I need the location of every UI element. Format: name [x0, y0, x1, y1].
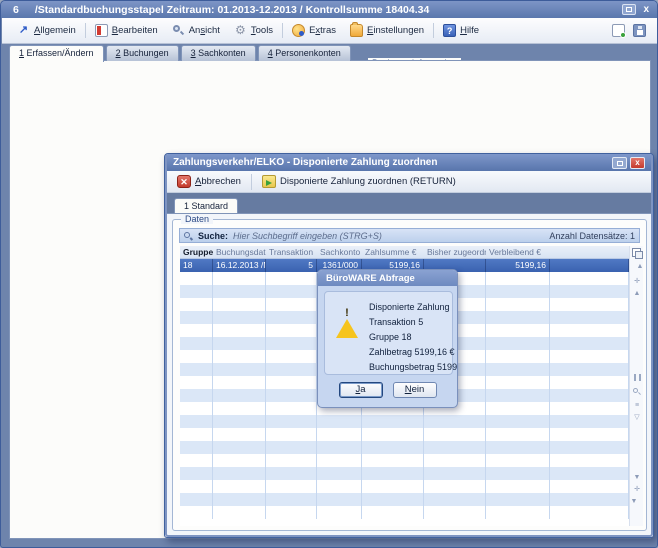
cell-transaktion: 5: [266, 259, 317, 272]
dialog-table-empty-row[interactable]: [180, 493, 629, 506]
main-tabstrip: 1 Erfassen/Ändern 2 Buchungen 3 Sachkont…: [9, 45, 351, 61]
tab-personenkonten[interactable]: 4 Personenkonten: [258, 45, 351, 61]
restore-icon[interactable]: [622, 4, 636, 15]
menu-einstellungen[interactable]: Einstellungen: [343, 21, 431, 40]
dialog-table-empty-row[interactable]: [180, 467, 629, 480]
dialog-table-empty-row[interactable]: [180, 480, 629, 493]
msg-line-3: Gruppe 18: [369, 330, 458, 345]
msg-line-4: Zahlbetrag 5199,16 €: [369, 345, 458, 360]
menu-ansicht[interactable]: Ansicht: [165, 21, 227, 40]
scroll-bottom-icon[interactable]: ▼: [630, 498, 644, 506]
dialog-table-empty-row[interactable]: [180, 454, 629, 467]
copy-icon[interactable]: [632, 248, 641, 257]
cell-gruppe: 18: [180, 259, 213, 272]
ja-button[interactable]: Ja: [339, 382, 383, 398]
folder-icon: [350, 24, 363, 37]
search-input[interactable]: Hier Suchbegriff eingeben (STRG+S): [233, 231, 382, 241]
menubar: ↗ Allgemein Bearbeiten Ansicht ⚙ Tools E…: [2, 18, 658, 44]
menu-bearbeiten[interactable]: Bearbeiten: [88, 21, 165, 40]
msg-line-2: Transaktion 5: [369, 315, 458, 330]
daten-legend: Daten: [181, 214, 213, 224]
dialog-table-empty-row[interactable]: [180, 428, 629, 441]
window-title: /Standardbuchungsstapel Zeitraum: 01.201…: [35, 4, 429, 16]
cell-verbleibend: 5199,16: [486, 259, 550, 272]
magnifier-icon: [172, 24, 185, 37]
abbrechen-button[interactable]: ✕ Abbrechen: [173, 173, 245, 190]
tab-sachkonten[interactable]: 3 Sachkonten: [181, 45, 256, 61]
records-label: Anzahl Datensätze:: [549, 231, 627, 241]
disponierte-zahlung-zuordnen-button[interactable]: Disponierte Zahlung zuordnen (RETURN): [258, 173, 460, 190]
gear-icon: ⚙: [234, 24, 247, 37]
table-scrollbar[interactable]: ▲ ✛ ▲ ≡ ▽ ▼ ✛ ▼: [629, 246, 643, 526]
cancel-x-icon: ✕: [177, 175, 191, 188]
msgbox-panel: ! Disponierte Zahlung Transaktion 5 Grup…: [324, 291, 453, 375]
dialog-titlebar: Zahlungsverkehr/ELKO - Disponierte Zahlu…: [165, 154, 653, 171]
scroll-page-up-icon[interactable]: ▲: [630, 290, 644, 298]
menu-extras[interactable]: Extras: [285, 21, 343, 40]
save-icon[interactable]: [633, 24, 646, 37]
filter-icon[interactable]: ▽: [630, 414, 644, 422]
assign-icon: [262, 175, 276, 188]
dialog-close-icon[interactable]: x: [630, 157, 645, 169]
scroll-plus-icon[interactable]: ✛: [630, 486, 644, 494]
help-icon: ?: [443, 24, 456, 37]
records-count: 1: [630, 231, 635, 241]
zoom-icon[interactable]: [630, 388, 644, 399]
dialog-restore-icon[interactable]: [612, 157, 627, 169]
close-icon[interactable]: x: [641, 5, 651, 15]
tab-erfassen-aendern[interactable]: 1 Erfassen/Ändern: [9, 45, 104, 62]
search-label: Suche:: [198, 231, 228, 241]
msgbox-title: BüroWARE Abfrage: [318, 270, 457, 286]
window-number: 6: [13, 4, 19, 16]
dialog-table-empty-row[interactable]: [180, 506, 629, 519]
menu-hilfe[interactable]: ? Hilfe: [436, 21, 486, 40]
warning-icon: !: [336, 302, 358, 322]
pause-icon[interactable]: [630, 374, 644, 384]
msg-line-5: Buchungsbetrag 5199,16 €: [369, 360, 458, 375]
arrow-up-right-icon: ↗: [17, 24, 30, 37]
dialog-table-empty-row[interactable]: [180, 441, 629, 454]
new-document-icon[interactable]: [612, 24, 625, 37]
window-titlebar: 6 /Standardbuchungsstapel Zeitraum: 01.2…: [1, 1, 657, 18]
lightbulb-icon: [292, 24, 305, 37]
bueroware-abfrage-msgbox: BüroWARE Abfrage ! Disponierte Zahlung T…: [317, 269, 458, 408]
tab-buchungen[interactable]: 2 Buchungen: [106, 45, 179, 61]
msg-line-1: Disponierte Zahlung: [369, 300, 458, 315]
notebook-icon: [95, 24, 108, 37]
scroll-down-icon[interactable]: ▼: [630, 474, 644, 482]
application-window: 6 /Standardbuchungsstapel Zeitraum: 01.2…: [0, 0, 658, 548]
dialog-table-header: Gruppe Buchungsdatum Transaktion Sachkon…: [180, 246, 629, 259]
dialog-tabstrip: 1 Standard: [167, 193, 653, 213]
menu-tools[interactable]: ⚙ Tools: [227, 21, 280, 40]
menu-allgemein[interactable]: ↗ Allgemein: [10, 21, 83, 40]
scroll-up-icon[interactable]: ✛: [630, 278, 644, 286]
scroll-top-icon[interactable]: ▲: [630, 263, 644, 271]
search-icon: [184, 231, 194, 241]
tab-standard[interactable]: 1 Standard: [174, 198, 238, 213]
nein-button[interactable]: Nein: [393, 382, 437, 398]
dialog-table-empty-row[interactable]: [180, 415, 629, 428]
dialog-toolbar: ✕ Abbrechen Disponierte Zahlung zuordnen…: [167, 171, 653, 193]
cell-buchungsdatum: 16.12.2013 /Mo: [213, 259, 266, 272]
dialog-title: Zahlungsverkehr/ELKO - Disponierte Zahlu…: [173, 157, 437, 168]
search-bar[interactable]: Suche: Hier Suchbegriff eingeben (STRG+S…: [179, 228, 640, 243]
list-icon[interactable]: ≡: [630, 402, 644, 410]
